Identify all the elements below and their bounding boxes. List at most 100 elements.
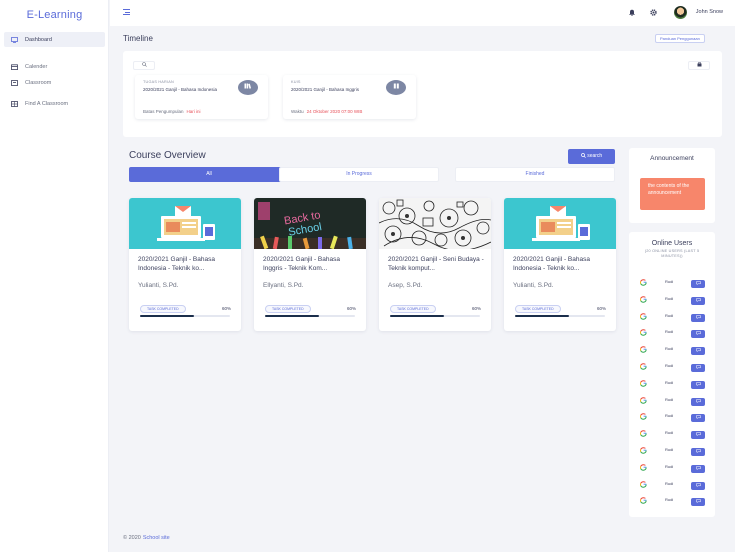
timeline-item-meta: Batas Pengumpulan Hari ini	[143, 109, 201, 114]
timeline-item-title[interactable]: 2020/2021 Ganjil - Bahasa Inggris	[291, 86, 373, 93]
timeline-item-title[interactable]: 2020/2021 Ganjil - Bahasa Indonesia	[143, 86, 225, 93]
calendar-icon	[10, 63, 18, 70]
online-user-name: Rudi	[665, 295, 674, 301]
timeline-item-meta-label: Batas Pengumpulan	[143, 109, 184, 114]
google-icon	[640, 363, 647, 372]
message-user-button[interactable]	[691, 380, 705, 389]
chat-icon	[695, 298, 701, 302]
online-user-name: Rudi	[665, 363, 674, 368]
online-user-row: Rudi	[640, 446, 705, 456]
message-user-button[interactable]	[691, 414, 705, 423]
sidebar-item-find-a-classroom[interactable]: Find A Classroom	[4, 96, 105, 111]
course-teacher: Asep, S.Pd.	[388, 282, 423, 289]
search-button-label: search	[587, 153, 603, 159]
avatar[interactable]	[674, 6, 687, 19]
menu-toggle-icon[interactable]	[123, 9, 130, 15]
message-user-button[interactable]	[691, 330, 705, 339]
message-user-button[interactable]	[691, 431, 705, 440]
google-icon	[640, 346, 647, 355]
sidebar-item-classroom[interactable]: Classroom	[4, 75, 105, 90]
timeline-title: Timeline	[123, 34, 153, 43]
status-badge: TASK COMPLETED	[515, 305, 561, 313]
chat-icon	[695, 466, 701, 470]
online-user-row: Rudi	[640, 480, 705, 490]
footer-site-link[interactable]: School site	[143, 535, 170, 541]
timeline-search-button[interactable]	[133, 61, 155, 70]
message-user-button[interactable]	[691, 498, 705, 507]
message-user-button[interactable]	[691, 313, 705, 322]
progress-bar	[140, 315, 230, 317]
progress-percent: 60%	[346, 306, 356, 311]
chat-icon	[695, 449, 701, 454]
sidebar-item-label: Find A Classroom	[25, 100, 69, 107]
online-user-row: Rudi	[640, 278, 705, 288]
chat-icon	[695, 348, 701, 353]
course-card[interactable]: Back to School 2020/2021 Ganjil - Bahasa…	[254, 198, 366, 331]
tab-all[interactable]: All	[129, 167, 289, 182]
sidebar: E-Learning Dashboard Calender Classroom …	[0, 0, 109, 552]
brand-logo[interactable]: E-Learning	[0, 9, 109, 21]
google-icon	[640, 379, 647, 389]
progress-bar	[390, 315, 480, 317]
message-user-button[interactable]	[691, 347, 705, 356]
timeline-item-deadline: 24 Oktober 2020 07:00 WIB	[306, 109, 363, 114]
online-user-row: Rudi	[640, 379, 705, 389]
sidebar-item-calender[interactable]: Calender	[4, 59, 105, 74]
timeline-item[interactable]: TUGAS HARIAN 2020/2021 Ganjil - Bahasa I…	[135, 75, 268, 119]
announcement-content[interactable]: the contents of the announcement	[640, 178, 705, 210]
bell-icon[interactable]	[629, 9, 635, 18]
search-icon	[580, 152, 586, 158]
online-user-name: Rudi	[665, 430, 674, 436]
online-users-subtitle: (20 ONLINE USERS (LAST 5 MINUTES))	[644, 249, 700, 258]
course-teacher: Yulianti, S.Pd.	[513, 282, 554, 289]
online-user-name: Rudi	[665, 312, 674, 318]
chat-icon	[695, 398, 701, 403]
username[interactable]: John Snow	[696, 9, 723, 15]
footer: © 2020 School site	[123, 535, 170, 541]
course-thumbnail-image: Back to School	[254, 198, 366, 249]
timeline-filter-button[interactable]	[688, 61, 710, 70]
message-user-button[interactable]	[691, 448, 705, 456]
online-user-name: Rudi	[665, 413, 674, 419]
google-icon	[640, 312, 647, 322]
online-user-name: Rudi	[665, 379, 674, 385]
gear-icon[interactable]	[650, 9, 657, 18]
online-user-row: Rudi	[640, 396, 705, 406]
tab-finished[interactable]: Finished	[455, 167, 615, 182]
course-title[interactable]: 2020/2021 Ganjil - Bahasa Indonesia - Te…	[513, 256, 609, 273]
chat-icon	[695, 499, 701, 504]
online-user-name: Rudi	[665, 463, 674, 469]
online-user-row: Rudi	[640, 429, 705, 440]
course-teacher: Ellyanti, S.Pd.	[263, 282, 304, 289]
tab-in-progress[interactable]: In Progress	[279, 167, 439, 182]
sidebar-item-dashboard[interactable]: Dashboard	[4, 32, 105, 47]
timeline-item-meta: Waktu 24 Oktober 2020 07:00 WIB	[291, 109, 362, 114]
course-card[interactable]: 2020/2021 Ganjil - Seni Budaya - Teknik …	[379, 198, 491, 331]
quiz-icon	[386, 80, 406, 95]
message-user-button[interactable]	[691, 280, 705, 288]
course-title[interactable]: 2020/2021 Ganjil - Bahasa Inggris - Tekn…	[263, 256, 359, 273]
message-user-button[interactable]	[691, 364, 705, 372]
online-user-name: Rudi	[665, 447, 674, 452]
progress-bar	[265, 315, 355, 317]
google-icon	[640, 396, 647, 406]
course-title[interactable]: 2020/2021 Ganjil - Seni Budaya - Teknik …	[388, 256, 484, 273]
message-user-button[interactable]	[691, 464, 705, 473]
online-user-name: Rudi	[665, 329, 674, 335]
timeline-item[interactable]: KUIS 2020/2021 Ganjil - Bahasa Inggris W…	[283, 75, 416, 119]
google-icon	[640, 329, 647, 338]
search-button[interactable]: search	[568, 149, 615, 164]
message-user-button[interactable]	[691, 481, 705, 490]
guide-button[interactable]: Panduan Penggunaan	[655, 34, 705, 43]
online-users-title: Online Users	[651, 240, 693, 247]
course-card[interactable]: 2020/2021 Ganjil - Bahasa Indonesia - Te…	[504, 198, 616, 331]
google-icon	[640, 430, 647, 439]
online-user-row: Rudi	[640, 312, 705, 322]
course-card[interactable]: 2020/2021 Ganjil - Bahasa Indonesia - Te…	[129, 198, 241, 331]
course-title[interactable]: 2020/2021 Ganjil - Bahasa Indonesia - Te…	[138, 256, 234, 273]
monitor-icon	[10, 36, 18, 43]
online-user-name: Rudi	[665, 497, 674, 503]
message-user-button[interactable]	[691, 296, 705, 305]
chat-icon	[695, 365, 701, 370]
message-user-button[interactable]	[691, 397, 705, 406]
